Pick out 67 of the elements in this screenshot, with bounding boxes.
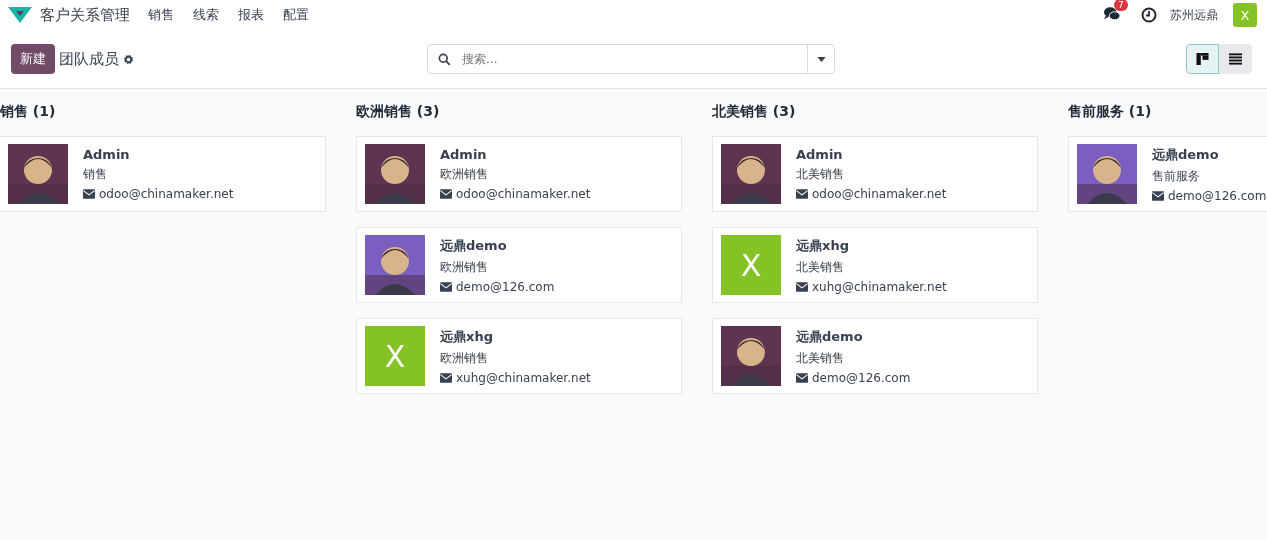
menu-item[interactable]: 配置 bbox=[283, 6, 309, 24]
app-logo-icon[interactable] bbox=[8, 7, 32, 23]
envelope-icon bbox=[440, 372, 452, 383]
team-name: 欧洲销售 bbox=[440, 166, 489, 183]
breadcrumb: 团队成员 bbox=[59, 49, 119, 69]
employee-name: 远鼎xhg bbox=[796, 236, 850, 255]
email-address: odoo@chinamaker.net bbox=[456, 187, 591, 201]
column-title: 售前服务 (1) bbox=[1068, 103, 1153, 121]
email-address: demo@126.com bbox=[812, 370, 911, 385]
email-address: odoo@chinamaker.net bbox=[812, 187, 947, 201]
chat-icon[interactable] bbox=[1103, 6, 1121, 22]
envelope-icon bbox=[83, 189, 95, 199]
employee-name: 远鼎demo bbox=[440, 236, 508, 255]
envelope-icon bbox=[796, 189, 808, 199]
employee-card[interactable]: 远鼎demo 北美销售 demo@126.com bbox=[712, 318, 1038, 394]
column-title: 北美销售 (3) bbox=[712, 103, 797, 121]
employee-card[interactable]: 远鼎demo 售前服务 demo@126.com bbox=[1068, 136, 1267, 212]
employee-name: Admin bbox=[83, 147, 131, 162]
letter-avatar: X bbox=[365, 326, 425, 386]
search-bar[interactable]: 搜索... bbox=[427, 44, 835, 74]
search-field[interactable]: 搜索... bbox=[460, 51, 807, 67]
envelope-icon bbox=[440, 189, 452, 199]
employee-name: 远鼎demo bbox=[1152, 145, 1220, 164]
employee-card[interactable]: X 远鼎xhg 欧洲销售 xuhg@chinamaker.net bbox=[356, 318, 682, 394]
team-name: 销售 bbox=[83, 166, 108, 183]
employee-name: 远鼎demo bbox=[796, 327, 864, 346]
team-name: 欧洲销售 bbox=[440, 349, 489, 367]
gear-icon[interactable] bbox=[123, 53, 134, 65]
column-title: 欧洲销售 (3) bbox=[356, 103, 441, 121]
column-title: 销售 (1) bbox=[0, 103, 57, 121]
employee-name: Admin bbox=[440, 147, 488, 162]
envelope-icon bbox=[796, 372, 808, 383]
email-address: xuhg@chinamaker.net bbox=[456, 370, 591, 385]
team-name: 欧洲销售 bbox=[440, 258, 489, 276]
email-address: xuhg@chinamaker.net bbox=[812, 279, 947, 294]
menu-item[interactable]: 销售 bbox=[148, 6, 174, 24]
menu-item[interactable]: 报表 bbox=[238, 6, 264, 24]
search-icon bbox=[438, 52, 451, 66]
employee-card[interactable]: X 远鼎xhg 北美销售 xuhg@chinamaker.net bbox=[712, 227, 1038, 303]
employee-name: 远鼎xhg bbox=[440, 327, 494, 346]
menu-item[interactable]: 线索 bbox=[193, 6, 219, 24]
list-icon bbox=[1229, 53, 1242, 65]
envelope-icon bbox=[796, 281, 808, 292]
employee-card[interactable]: Admin 北美销售 odoo@chinamaker.net bbox=[712, 136, 1038, 212]
employee-name: Admin bbox=[796, 147, 844, 162]
team-name: 北美销售 bbox=[796, 349, 845, 367]
caret-icon[interactable] bbox=[816, 56, 826, 62]
email-address: odoo@chinamaker.net bbox=[99, 187, 234, 201]
clock-icon[interactable] bbox=[1141, 7, 1157, 23]
team-name: 北美销售 bbox=[796, 166, 845, 183]
message-count: 7 bbox=[1114, 0, 1128, 11]
kanban-icon bbox=[1196, 53, 1209, 65]
employee-card[interactable]: Admin 销售 odoo@chinamaker.net bbox=[0, 136, 326, 212]
email-address: demo@126.com bbox=[456, 279, 555, 294]
company-name[interactable]: 苏州远鼎 bbox=[1170, 6, 1218, 24]
email-address: demo@126.com bbox=[1168, 188, 1267, 203]
team-name: 北美销售 bbox=[796, 258, 845, 276]
new-button[interactable]: 新建 bbox=[11, 44, 55, 74]
app-title[interactable]: 客户关系管理 bbox=[40, 5, 130, 25]
list-view-button[interactable] bbox=[1219, 44, 1252, 74]
team-name: 售前服务 bbox=[1152, 167, 1201, 185]
envelope-icon bbox=[1152, 190, 1164, 201]
envelope-icon bbox=[440, 281, 452, 292]
employee-card[interactable]: 远鼎demo 欧洲销售 demo@126.com bbox=[356, 227, 682, 303]
letter-avatar: X bbox=[721, 235, 781, 295]
kanban-view-button[interactable] bbox=[1186, 44, 1219, 74]
employee-card[interactable]: Admin 欧洲销售 odoo@chinamaker.net bbox=[356, 136, 682, 212]
